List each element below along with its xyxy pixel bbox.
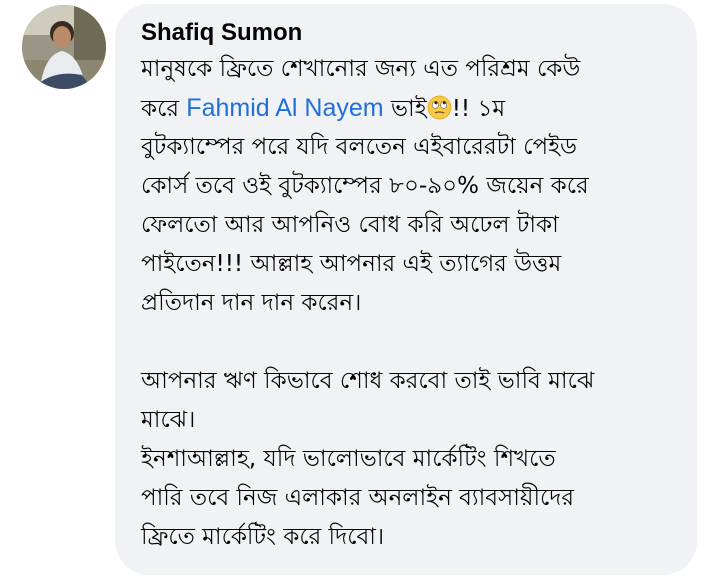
comment-line: কোর্স তবে ওই বুটক্যাম্পের ৮০-৯০% জয়েন ক… xyxy=(141,173,589,199)
comment-author-name[interactable]: Shafiq Sumon xyxy=(141,18,302,48)
comment-body: মানুষকে ফ্রিতে শেখানোর জন্য এত পরিশ্রম ক… xyxy=(141,50,686,557)
comment-line: ফ্রিতে মার্কেটিং করে দিবো। xyxy=(141,524,385,550)
comment-line: করে Fahmid Al Nayem ভাই !! ১ম xyxy=(141,89,686,128)
comment-text: !! ১ম xyxy=(451,96,506,122)
mention-link[interactable]: Fahmid Al Nayem xyxy=(186,94,383,122)
comment-line: বুটক্যাম্পের পরে যদি বলতেন এইবারেরটা পেই… xyxy=(141,134,577,160)
comment-text: করে xyxy=(141,96,187,122)
comment-text: ভাই xyxy=(383,96,427,122)
avatar-photo xyxy=(22,5,106,89)
comment-frame: Shafiq Sumon মানুষকে ফ্রিতে শেখানোর জন্য… xyxy=(0,0,720,583)
rolling-eyes-emoji-icon xyxy=(427,95,452,120)
avatar[interactable] xyxy=(22,5,106,89)
comment-line: পাইতেন!!! আল্লাহ আপনার এই ত্যাগের উত্তম xyxy=(141,251,562,277)
comment-line: ফেলতো আর আপনিও বোধ করি অঢেল টাকা xyxy=(141,212,559,238)
comment-line: পারি তবে নিজ এলাকার অনলাইন ব্যাবসায়ীদের xyxy=(141,485,575,511)
paragraph-break xyxy=(141,323,686,362)
comment-line: মানুষকে ফ্রিতে শেখানোর জন্য এত পরিশ্রম ক… xyxy=(141,56,581,82)
comment-line: প্রতিদান দান দান করেন। xyxy=(141,290,362,316)
comment-line: ইনশাআল্লাহ, যদি ভালোভাবে মার্কেটিং শিখতে xyxy=(141,446,556,472)
comment-line: মাঝে। xyxy=(141,407,196,433)
comment-line: আপনার ঋণ কিভাবে শোধ করবো তাই ভাবি মাঝে xyxy=(141,368,595,394)
